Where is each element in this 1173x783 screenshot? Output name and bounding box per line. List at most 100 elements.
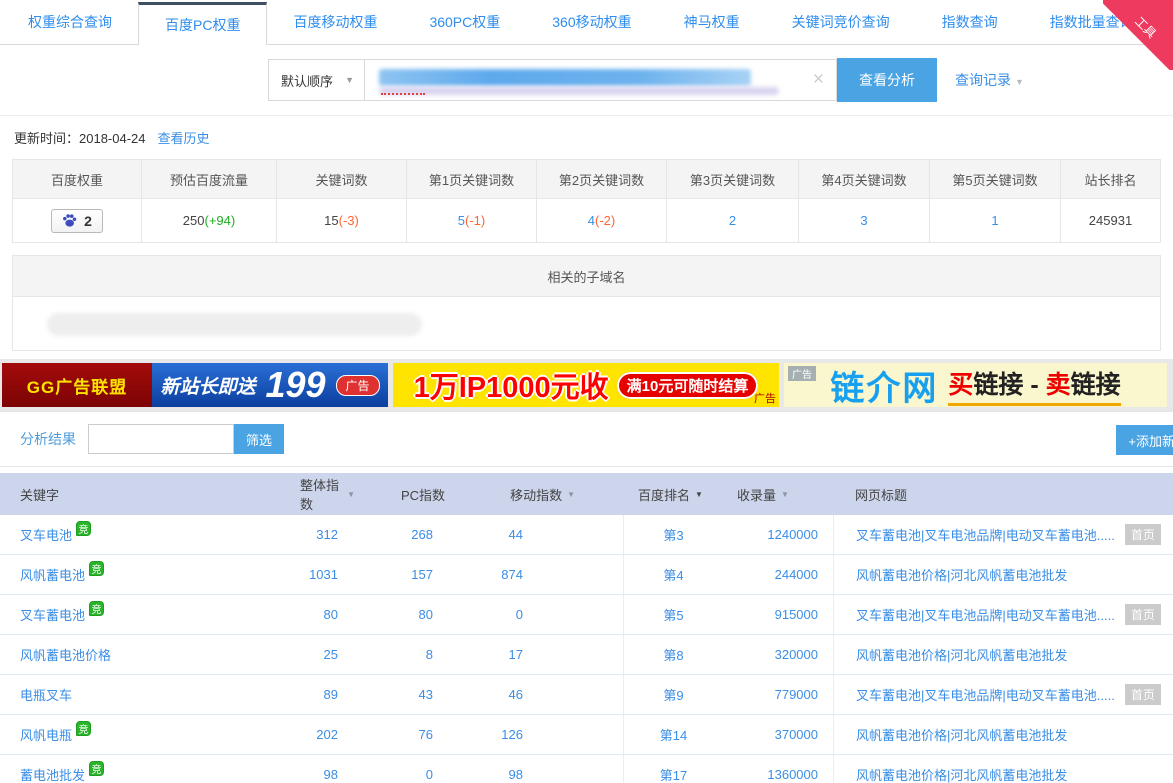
keyword-link[interactable]: 叉车蓄电池 [20,605,85,624]
keyword-table-header: 关键字整体指数▼PC指数移动指数▼百度排名▼收录量▼网页标题 [0,473,1173,515]
ad-badge: 广告 [336,375,380,396]
keyword-count-cell: 15(-3) [276,198,406,242]
tab-baidu-pc-weight[interactable]: 百度PC权重 [138,2,267,45]
webmaster-rank-cell: 245931 [1060,198,1160,242]
mobile-index-value: 874 [493,555,623,594]
add-keyword-button[interactable]: +添加新 [1116,425,1173,455]
keyword-link[interactable]: 蓄电池批发 [20,765,85,783]
query-input[interactable]: × [365,59,837,101]
ad-banner-lianjie[interactable]: 广告 链介网 买链接 - 卖链接 [784,363,1167,407]
tab-keyword-bid-query[interactable]: 关键词竞价查询 [766,0,916,44]
traffic-cell: 250(+94) [141,198,276,242]
indexed-count-value: 1240000 [723,515,833,554]
homepage-badge: 首页 [1125,604,1161,625]
baidu-weight-value: 2 [84,213,92,229]
blurred-subdomain[interactable] [47,313,422,336]
column-header-7: 网页标题 [833,473,1173,515]
page-title-link[interactable]: 叉车蓄电池|叉车电池品牌|电动叉车蓄电池..... [856,525,1115,544]
page-title-link[interactable]: 风帆蓄电池价格|河北风帆蓄电池批发 [856,765,1067,783]
column-header-2[interactable]: 整体指数▼ [300,473,383,515]
sort-order-label: 默认顺序 [281,71,333,90]
spellcheck-underline [381,93,425,95]
keyword-table: 关键字整体指数▼PC指数移动指数▼百度排名▼收录量▼网页标题 叉车电池竞 312… [0,473,1173,783]
pc-index-value: 0 [383,755,493,783]
keyword-link[interactable]: 风帆电瓶 [20,725,72,744]
indexed-count-value: 244000 [723,555,833,594]
subdomain-title: 相关的子域名 [13,256,1160,296]
ad-banner-gg[interactable]: GG广告联盟 新站长即送 199 广告 [2,363,388,407]
ad-gg-number: 199 [265,365,325,405]
summary-table-body: 2 250(+94) 15(-3) 5(-1) 4(-2) 2 3 1 2459… [13,198,1160,242]
table-row: 风帆蓄电池价格 25 8 17 第8 320000 风帆蓄电池价格|河北风帆蓄电… [0,635,1173,675]
tab-weight-combined[interactable]: 权重综合查询 [2,0,138,44]
column-header-1: 关键字 [0,473,300,515]
pc-index-value: 43 [383,675,493,714]
overall-index-value: 89 [300,675,383,714]
analyze-button[interactable]: 查看分析 [837,58,937,102]
chevron-down-icon: ▼ [345,75,354,85]
table-row: 风帆蓄电池竞 1031 157 874 第4 244000 风帆蓄电池价格|河北… [0,555,1173,595]
column-header-6[interactable]: 收录量▼ [723,473,833,515]
mobile-index-value: 0 [493,595,623,634]
divider [0,115,1173,116]
column-header-4[interactable]: 移动指数▼ [493,473,623,515]
sort-caret-icon[interactable]: ▼ [781,490,789,499]
page-title-link[interactable]: 叉车蓄电池|叉车电池品牌|电动叉车蓄电池..... [856,685,1115,704]
table-row: 叉车蓄电池竞 80 80 0 第5 915000 叉车蓄电池|叉车电池品牌|电动… [0,595,1173,635]
page-title-link[interactable]: 风帆蓄电池价格|河北风帆蓄电池批发 [856,725,1067,744]
tab-shenma-weight[interactable]: 神马权重 [658,0,766,44]
filter-row: 分析结果 筛选 +添加新 [0,411,1173,467]
sort-caret-icon[interactable]: ▼ [695,490,703,499]
baidu-weight-badge[interactable]: 2 [51,209,103,233]
baidu-rank-value: 第4 [623,555,723,594]
view-history-link[interactable]: 查看历史 [158,128,210,147]
baidu-rank-value: 第9 [623,675,723,714]
filter-input[interactable] [88,424,234,454]
overall-index-value: 1031 [300,555,383,594]
homepage-badge: 首页 [1125,684,1161,705]
tab-360-pc-weight[interactable]: 360PC权重 [403,0,526,44]
mobile-index-value: 46 [493,675,623,714]
sort-caret-icon[interactable]: ▼ [347,490,355,499]
ad-gg-brand: GG广告联盟 [2,363,152,407]
table-row: 叉车电池竞 312 268 44 第3 1240000 叉车蓄电池|叉车电池品牌… [0,515,1173,555]
tab-index-query[interactable]: 指数查询 [916,0,1024,44]
tab-baidu-mobile-weight[interactable]: 百度移动权重 [267,0,403,44]
page-title-link[interactable]: 叉车蓄电池|叉车电池品牌|电动叉车蓄电池..... [856,605,1115,624]
bid-icon: 竞 [89,561,104,576]
keyword-link[interactable]: 电瓶叉车 [20,685,72,704]
baidu-rank-value: 第3 [623,515,723,554]
bid-icon: 竞 [89,761,104,776]
page-title-link[interactable]: 风帆蓄电池价格|河北风帆蓄电池批发 [856,565,1067,584]
indexed-count-value: 370000 [723,715,833,754]
page-title-link[interactable]: 风帆蓄电池价格|河北风帆蓄电池批发 [856,645,1067,664]
baidu-rank-value: 第14 [623,715,723,754]
homepage-badge: 首页 [1125,524,1161,545]
tab-index-batch-query[interactable]: 指数批量查询 [1024,0,1160,44]
keyword-link[interactable]: 叉车电池 [20,525,72,544]
keyword-link[interactable]: 风帆蓄电池 [20,565,85,584]
sort-order-select[interactable]: 默认顺序 ▼ [268,59,365,101]
query-history-link[interactable]: 查询记录▼ [955,70,1024,90]
pc-index-value: 76 [383,715,493,754]
sort-caret-icon[interactable]: ▼ [567,490,575,499]
ad-lianjie-text: 买链接 - 卖链接 [948,365,1120,406]
tab-360-mobile-weight[interactable]: 360移动权重 [526,0,657,44]
filter-button[interactable]: 筛选 [234,424,284,454]
ad-banner-ip[interactable]: 1万IP1000元收 满10元可随时结算 广告 [393,363,779,407]
search-row: 默认顺序 ▼ × 查看分析 查询记录▼ [268,59,1173,101]
ad-badge: 广告 [754,390,776,406]
summary-header-cell: 第1页关键词数 [406,160,536,198]
pc-index-value: 8 [383,635,493,674]
mobile-index-value: 17 [493,635,623,674]
keyword-link[interactable]: 风帆蓄电池价格 [20,645,111,664]
mobile-index-value: 44 [493,515,623,554]
pc-index-value: 80 [383,595,493,634]
clear-icon[interactable]: × [813,69,824,91]
indexed-count-value: 915000 [723,595,833,634]
ad-strip: GG广告联盟 新站长即送 199 广告 1万IP1000元收 满10元可随时结算… [0,359,1173,411]
tab-bar: 权重综合查询 百度PC权重 百度移动权重 360PC权重 360移动权重 神马权… [0,0,1173,45]
page: 权重综合查询 百度PC权重 百度移动权重 360PC权重 360移动权重 神马权… [0,0,1173,783]
column-header-5[interactable]: 百度排名▼ [623,473,723,515]
indexed-count-value: 320000 [723,635,833,674]
